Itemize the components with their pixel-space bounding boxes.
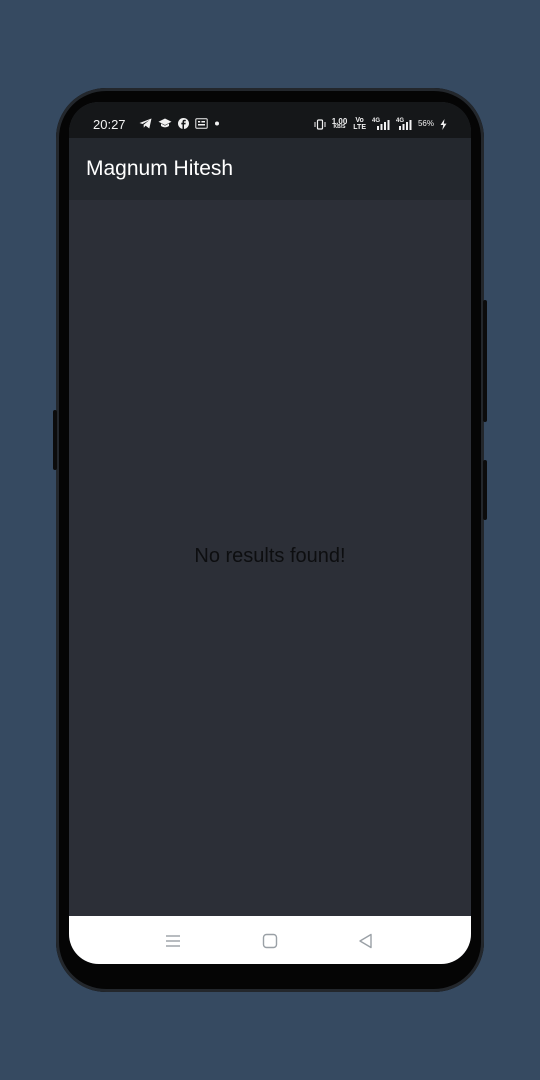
- home-icon[interactable]: [258, 930, 282, 952]
- gallery-icon: [195, 118, 208, 129]
- data-speed-unit: KB/S: [333, 124, 346, 130]
- signal-4g-icon: 4G: [396, 118, 412, 130]
- vibrate-icon: [314, 118, 326, 130]
- system-icons: 1.00 KB/S Vo LTE 4G 4G 56%: [314, 117, 447, 131]
- dot-icon: [215, 121, 219, 126]
- app-title: Magnum Hitesh: [86, 157, 234, 180]
- volte-top-label: Vo: [355, 117, 364, 124]
- side-button-right-upper: [483, 300, 487, 422]
- notification-icons: [139, 118, 220, 129]
- graduation-cap-icon: [158, 118, 172, 128]
- side-button-right-lower: [483, 460, 487, 520]
- phone-frame: 20:27 1.00 KB/S Vo LTE 4G 4G 56% Magnum …: [53, 88, 487, 992]
- battery-charging-icon: [440, 118, 447, 130]
- status-bar: 20:27 1.00 KB/S Vo LTE 4G 4G 56%: [69, 102, 471, 138]
- phone-screen: 20:27 1.00 KB/S Vo LTE 4G 4G 56% Magnum …: [69, 102, 471, 964]
- facebook-icon: [178, 118, 189, 129]
- empty-results-message: No results found!: [194, 545, 346, 567]
- volte-icon: Vo LTE: [353, 117, 366, 131]
- system-nav-bar: [69, 916, 471, 964]
- volte-bottom-label: LTE: [353, 124, 366, 131]
- side-button-left: [53, 410, 57, 470]
- menu-icon[interactable]: [161, 930, 185, 952]
- signal-4g-icon: 4G: [372, 118, 390, 130]
- data-speed-icon: 1.00 KB/S: [332, 118, 348, 130]
- app-bar: Magnum Hitesh: [69, 138, 471, 200]
- battery-percent: 56%: [417, 119, 434, 128]
- telegram-icon: [139, 118, 152, 129]
- status-time: 20:27: [93, 117, 126, 132]
- back-icon[interactable]: [354, 930, 378, 952]
- results-area: No results found!: [69, 200, 471, 916]
